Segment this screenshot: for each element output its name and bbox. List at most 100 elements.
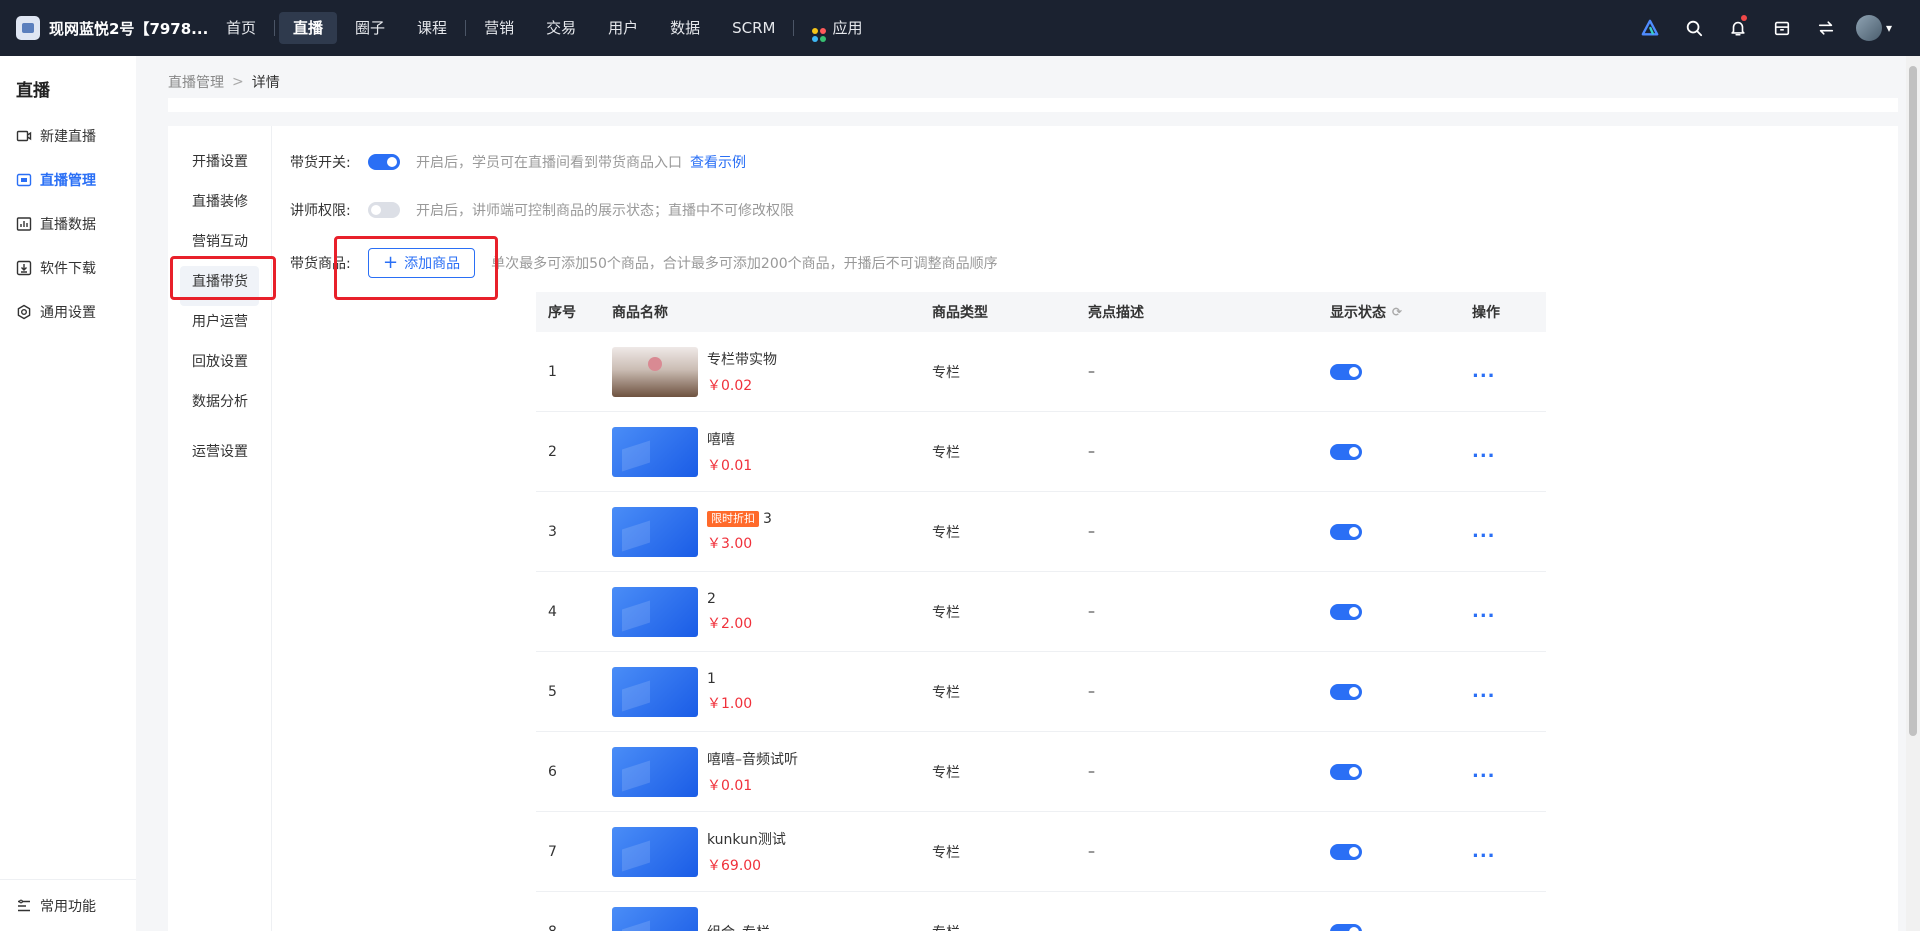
display-toggle[interactable] [1330, 363, 1362, 380]
notification-dot [1740, 15, 1747, 21]
product-name: 2 [707, 590, 716, 607]
lecturer-toggle[interactable] [368, 202, 400, 218]
display-toggle[interactable] [1330, 923, 1362, 931]
sell-switch-toggle[interactable] [368, 154, 400, 170]
row-desc: – [1088, 763, 1095, 780]
display-toggle[interactable] [1330, 443, 1362, 460]
row-type: 专栏 [932, 444, 960, 461]
product-thumbnail [612, 906, 698, 931]
store-icon[interactable] [1760, 0, 1804, 56]
chart-icon [16, 216, 32, 232]
row-actions: ... [1472, 361, 1546, 382]
ai-logo-icon[interactable] [1628, 0, 1672, 56]
row-actions: ... [1472, 521, 1546, 542]
chevron-down-icon[interactable]: ▾ [1886, 21, 1892, 35]
sidebar-item-settings[interactable]: 通用设置 [0, 290, 136, 334]
table-row: 6 嘻嘻–音频试听 ￥0.01 专栏 –... [536, 732, 1546, 812]
sidebar-item-new-live[interactable]: 新建直播 [0, 114, 136, 158]
topnav-data[interactable]: 数据 [656, 12, 714, 44]
topnav-live[interactable]: 直播 [279, 12, 338, 44]
breadcrumb-parent[interactable]: 直播管理 [168, 72, 224, 92]
topnav-marketing[interactable]: 营销 [470, 12, 528, 44]
page-scrollbar[interactable] [1906, 56, 1920, 931]
product-info: 嘻嘻 ￥0.01 [707, 429, 752, 475]
topnav-scrm[interactable]: SCRM [718, 12, 789, 44]
row-product: 组合–专栏 [612, 906, 932, 931]
display-toggle[interactable] [1330, 763, 1362, 780]
view-example-link[interactable]: 查看示例 [690, 152, 746, 172]
gear-icon [16, 304, 32, 320]
more-actions-icon[interactable]: ... [1472, 601, 1496, 622]
product-title: 2 [707, 591, 752, 607]
subnav-replay[interactable]: 回放设置 [180, 346, 259, 386]
more-actions-icon[interactable]: ... [1472, 521, 1496, 542]
more-actions-icon[interactable]: ... [1472, 921, 1496, 931]
breadcrumb-current: 详情 [251, 75, 280, 91]
row-desc: – [1088, 443, 1095, 460]
search-icon[interactable] [1672, 0, 1716, 56]
row-product: 1 ￥1.00 [612, 666, 932, 717]
sell-switch-row: 带货开关: 开启后，学员可在直播间看到带货商品入口 查看示例 [290, 152, 746, 172]
row-product: 嘻嘻 ￥0.01 [612, 426, 932, 477]
row-actions: ... [1472, 681, 1546, 702]
brand[interactable]: 现网蓝悦2号【7978... [0, 16, 210, 40]
product-title: kunkun测试 [707, 829, 786, 849]
more-actions-icon[interactable]: ... [1472, 441, 1496, 462]
topnav-home[interactable]: 首页 [212, 12, 270, 44]
row-index: 6 [548, 763, 557, 780]
row-status [1330, 523, 1472, 540]
product-price: ￥0.02 [707, 377, 753, 394]
col-status: 显示状态 ⟳ [1330, 302, 1472, 322]
sidebar-item-download[interactable]: 软件下载 [0, 246, 136, 290]
sidebar-item-label: 直播管理 [40, 173, 96, 189]
sidebar-item-label: 通用设置 [40, 305, 96, 321]
topnav-user[interactable]: 用户 [594, 12, 652, 44]
topnav-trade[interactable]: 交易 [532, 12, 590, 44]
table-row: 3 限时折扣 3 ￥3.00 专栏 –... [536, 492, 1546, 572]
more-actions-icon[interactable]: ... [1472, 361, 1496, 382]
product-info: 嘻嘻–音频试听 ￥0.01 [707, 749, 798, 795]
table-row: 2 嘻嘻 ￥0.01 专栏 –... [536, 412, 1546, 492]
annotation-box-add-button [334, 236, 498, 300]
sidebar-item-label: 软件下载 [40, 261, 96, 277]
row-desc: – [1088, 603, 1095, 620]
detail-subnav: 开播设置 直播装修 营销互动 直播带货 用户运营 回放设置 数据分析 运营设置 [168, 126, 272, 931]
download-icon [16, 260, 32, 276]
product-thumbnail [612, 826, 698, 877]
product-thumbnail [612, 746, 698, 797]
sell-switch-label: 带货开关: [290, 155, 351, 171]
annotation-box-subnav [170, 256, 276, 300]
switch-icon[interactable] [1804, 0, 1848, 56]
subnav-user-ops[interactable]: 用户运营 [180, 306, 259, 346]
col-name: 商品名称 [612, 305, 668, 321]
sidebar-item-live-data[interactable]: 直播数据 [0, 202, 136, 246]
main-card: 开播设置 直播装修 营销互动 直播带货 用户运营 回放设置 数据分析 运营设置 … [168, 126, 1898, 931]
more-actions-icon[interactable]: ... [1472, 841, 1496, 862]
display-toggle[interactable] [1330, 603, 1362, 620]
product-title: 1 [707, 671, 752, 687]
avatar[interactable] [1855, 15, 1882, 41]
col-status-label: 显示状态 [1330, 305, 1386, 321]
common-functions[interactable]: 常用功能 [0, 879, 136, 931]
more-actions-icon[interactable]: ... [1472, 761, 1496, 782]
topnav-course[interactable]: 课程 [403, 12, 461, 44]
display-toggle[interactable] [1330, 843, 1362, 860]
topnav-apps[interactable]: 应用 [798, 12, 876, 44]
scrollbar-thumb[interactable] [1909, 66, 1917, 736]
row-actions: ... [1472, 441, 1546, 462]
sidebar-item-live-manage[interactable]: 直播管理 [0, 158, 136, 202]
subnav-operations[interactable]: 运营设置 [180, 436, 259, 476]
subnav-broadcast-settings[interactable]: 开播设置 [180, 146, 259, 186]
subnav-decoration[interactable]: 直播装修 [180, 186, 259, 226]
display-toggle[interactable] [1330, 683, 1362, 700]
subnav-analytics[interactable]: 数据分析 [180, 386, 259, 426]
display-toggle[interactable] [1330, 523, 1362, 540]
bell-icon[interactable] [1716, 0, 1760, 56]
video-plus-icon [16, 128, 32, 144]
refresh-icon[interactable]: ⟳ [1392, 305, 1402, 319]
topnav-circle[interactable]: 圈子 [341, 12, 399, 44]
more-actions-icon[interactable]: ... [1472, 681, 1496, 702]
table-row: 4 2 ￥2.00 专栏 –... [536, 572, 1546, 652]
common-functions-label: 常用功能 [40, 898, 96, 915]
row-status [1330, 923, 1472, 931]
